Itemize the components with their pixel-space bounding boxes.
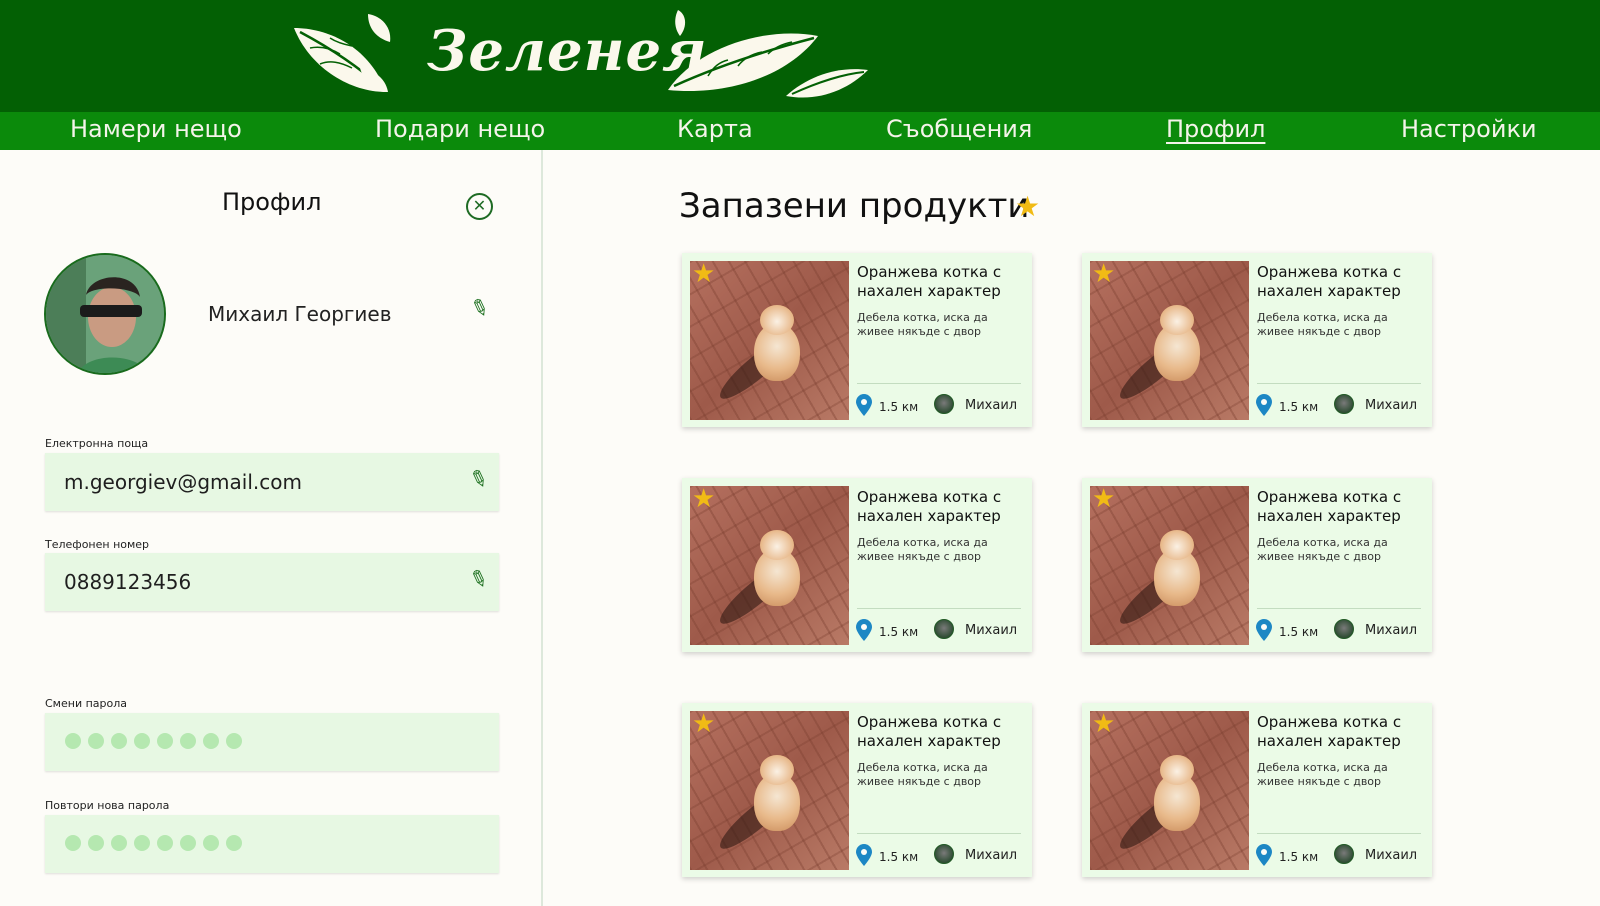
product-distance: 1.5 км (879, 850, 919, 864)
product-card[interactable]: ★ Оранжева котка с нахален характер Дебе… (682, 478, 1032, 652)
nav-find[interactable]: Намери нещо (70, 115, 242, 143)
location-pin-icon (1256, 619, 1272, 641)
product-distance: 1.5 км (879, 400, 919, 414)
repeat-password-label: Повтори нова парола (45, 799, 170, 812)
panel-divider (541, 150, 543, 906)
owner-avatar (1334, 844, 1354, 864)
avatar-photo (46, 255, 164, 373)
app-header: Зеленея (0, 0, 1600, 112)
owner-avatar (1334, 394, 1354, 414)
saved-star-icon[interactable]: ★ (692, 709, 715, 739)
location-pin-icon (1256, 844, 1272, 866)
edit-email-pencil-icon[interactable]: ✎ (466, 465, 494, 495)
nav-settings[interactable]: Настройки (1401, 115, 1537, 143)
product-owner[interactable]: Михаил (1365, 848, 1417, 863)
leaves-right-icon (668, 10, 868, 98)
repeat-password-field[interactable] (45, 815, 499, 873)
password-field[interactable] (45, 713, 499, 771)
owner-avatar (1334, 619, 1354, 639)
card-divider (1257, 608, 1421, 609)
product-description: Дебела котка, иска да живее някъде с дво… (1257, 536, 1388, 563)
product-distance: 1.5 км (1279, 625, 1319, 639)
product-title: Оранжева котка с нахален характер (1257, 488, 1402, 525)
phone-value: 0889123456 (64, 570, 192, 594)
nav-messages[interactable]: Съобщения (886, 115, 1032, 143)
email-label: Електронна поща (45, 437, 149, 450)
saved-star-icon[interactable]: ★ (692, 484, 715, 514)
product-owner[interactable]: Михаил (965, 848, 1017, 863)
product-card[interactable]: ★ Оранжева котка с нахален характер Дебе… (682, 703, 1032, 877)
location-pin-icon (856, 619, 872, 641)
product-card[interactable]: ★ Оранжева котка с нахален характер Дебе… (682, 253, 1032, 427)
location-pin-icon (856, 844, 872, 866)
profile-title: Профил (222, 188, 322, 216)
product-description: Дебела котка, иска да живее някъде с дво… (1257, 761, 1388, 788)
product-card[interactable]: ★ Оранжева котка с нахален характер Дебе… (1082, 703, 1432, 877)
card-divider (1257, 383, 1421, 384)
edit-phone-pencil-icon[interactable]: ✎ (466, 565, 494, 595)
product-owner[interactable]: Михаил (965, 398, 1017, 413)
password-mask (65, 733, 242, 749)
product-owner[interactable]: Михаил (965, 623, 1017, 638)
product-distance: 1.5 км (879, 625, 919, 639)
saved-products-title: Запазени продукти (679, 186, 1030, 226)
owner-avatar (934, 394, 954, 414)
user-name: Михаил Георгиев (208, 302, 392, 326)
product-title: Оранжева котка с нахален характер (1257, 713, 1402, 750)
product-title: Оранжева котка с нахален характер (857, 488, 1002, 525)
location-pin-icon (856, 394, 872, 416)
card-divider (857, 608, 1021, 609)
product-description: Дебела котка, иска да живее някъде с дво… (1257, 311, 1388, 338)
leaves-left-icon (294, 14, 391, 92)
email-value: m.georgiev@gmail.com (64, 470, 302, 494)
saved-star-icon[interactable]: ★ (1092, 259, 1115, 289)
product-owner[interactable]: Михаил (1365, 623, 1417, 638)
location-pin-icon (1256, 394, 1272, 416)
logo[interactable]: Зеленея (427, 18, 708, 84)
phone-field[interactable]: 0889123456 ✎ (45, 553, 499, 611)
product-title: Оранжева котка с нахален характер (857, 263, 1002, 300)
saved-star-icon[interactable]: ★ (692, 259, 715, 289)
owner-avatar (934, 619, 954, 639)
saved-star-icon[interactable]: ★ (1092, 709, 1115, 739)
owner-avatar (934, 844, 954, 864)
nav-map[interactable]: Карта (677, 115, 753, 143)
star-icon: ★ (1015, 190, 1041, 223)
product-owner[interactable]: Михаил (1365, 398, 1417, 413)
product-title: Оранжева котка с нахален характер (857, 713, 1002, 750)
avatar[interactable] (44, 253, 166, 375)
product-description: Дебела котка, иска да живее някъде с дво… (857, 761, 988, 788)
repeat-password-mask (65, 835, 242, 851)
saved-star-icon[interactable]: ★ (1092, 484, 1115, 514)
product-card[interactable]: ★ Оранжева котка с нахален характер Дебе… (1082, 253, 1432, 427)
password-label: Смени парола (45, 697, 128, 710)
product-description: Дебела котка, иска да живее някъде с дво… (857, 311, 988, 338)
email-field[interactable]: m.georgiev@gmail.com ✎ (45, 453, 499, 511)
card-divider (1257, 833, 1421, 834)
nav-give[interactable]: Подари нещо (375, 115, 545, 143)
product-card[interactable]: ★ Оранжева котка с нахален характер Дебе… (1082, 478, 1432, 652)
card-divider (857, 833, 1021, 834)
phone-label: Телефонен номер (45, 538, 150, 551)
product-distance: 1.5 км (1279, 400, 1319, 414)
main-nav: Намери нещо Подари нещо Карта Съобщения … (0, 112, 1600, 150)
card-divider (857, 383, 1021, 384)
nav-profile[interactable]: Профил (1166, 115, 1265, 143)
close-icon[interactable]: ✕ (466, 193, 493, 220)
product-distance: 1.5 км (1279, 850, 1319, 864)
product-title: Оранжева котка с нахален характер (1257, 263, 1402, 300)
product-description: Дебела котка, иска да живее някъде с дво… (857, 536, 988, 563)
